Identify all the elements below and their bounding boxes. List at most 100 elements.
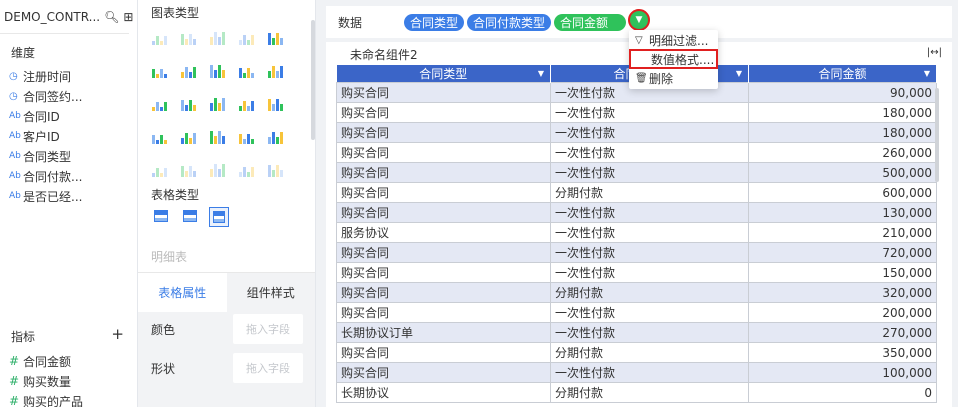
cell-contract-type: 服务协议 — [336, 222, 551, 243]
measure-list: # 合同金额 # 购买数量 # 购买的产品 — [0, 351, 83, 407]
text-type-icon: Ab — [9, 191, 21, 201]
column-header-contract-type[interactable]: 合同类型 ▼ — [336, 65, 551, 83]
cell-contract-type: 购买合同 — [336, 242, 551, 263]
menu-item-detail-filter[interactable]: ▽ 明细过滤... — [629, 32, 718, 49]
rose-chart-icon[interactable] — [238, 129, 256, 145]
bubble-chart-icon[interactable] — [180, 129, 198, 145]
cell-contract-type: 购买合同 — [336, 362, 551, 383]
cell-payment-type: 一次性付款 — [550, 302, 749, 323]
cell-payment-type: 一次性付款 — [550, 322, 749, 343]
text-type-icon: Ab — [9, 151, 21, 161]
table-row: 长期协议 分期付款 0 — [336, 382, 937, 403]
column-chart-icon[interactable] — [151, 63, 169, 79]
text-type-icon: Ab — [9, 111, 21, 121]
treemap-icon[interactable] — [238, 162, 256, 178]
combo-bar-icon[interactable] — [267, 96, 285, 112]
grid-icon[interactable]: ⊞ — [123, 10, 133, 24]
table-row: 购买合同 一次性付款 720,000 — [336, 242, 937, 263]
cell-amount: 90,000 — [748, 82, 937, 103]
shape-label: 形状 — [151, 361, 176, 376]
color-drop-zone[interactable]: 拖入字段 — [233, 314, 303, 344]
gauge-icon[interactable] — [180, 162, 198, 178]
component-title: 未命名组件2 — [350, 48, 418, 62]
bar-chart-icon[interactable] — [180, 63, 198, 79]
measure-field[interactable]: # 购买数量 — [0, 371, 83, 391]
dimension-field[interactable]: ◷ 合同签约... — [0, 86, 137, 106]
scatter-bar-icon[interactable] — [267, 63, 285, 79]
dot-chart-icon[interactable] — [151, 129, 169, 145]
area-chart-icon[interactable] — [151, 96, 169, 112]
area-line-icon[interactable] — [238, 96, 256, 112]
pill-contract-type[interactable]: 合同类型 — [404, 13, 465, 31]
cell-contract-type: 长期协议 — [336, 382, 551, 403]
line-chart-icon[interactable] — [180, 96, 198, 112]
search-icon[interactable]: 🔍︎ — [104, 10, 119, 24]
sort-caret-icon[interactable]: ▼ — [538, 69, 544, 78]
table-row: 购买合同 一次性付款 180,000 — [336, 122, 937, 143]
measure-field[interactable]: # 购买的产品 — [0, 391, 83, 407]
pie-chart-icon[interactable] — [209, 129, 227, 145]
dimension-field[interactable]: ◷ 注册时间 — [0, 66, 137, 86]
cell-amount: 180,000 — [748, 122, 937, 143]
stacked-bar-icon[interactable] — [238, 63, 256, 79]
stacked-column-icon[interactable] — [209, 63, 227, 79]
expand-icon[interactable]: |↔| — [927, 47, 942, 58]
cell-payment-type: 分期付款 — [550, 342, 749, 363]
shape-drop-zone[interactable]: 拖入字段 — [233, 353, 303, 383]
table-row: 购买合同 分期付款 600,000 — [336, 182, 937, 203]
map-chart-icon[interactable] — [267, 129, 285, 145]
dataset-title[interactable]: DEMO_CONTR... — [4, 10, 100, 24]
number-type-icon: # — [9, 374, 20, 388]
cell-amount: 720,000 — [748, 242, 937, 263]
dimension-field[interactable]: Ab 合同ID — [0, 106, 137, 126]
relation-icon[interactable] — [267, 162, 285, 178]
cell-payment-type: 一次性付款 — [550, 242, 749, 263]
dimension-field[interactable]: Ab 合同付款... — [0, 166, 137, 186]
cell-contract-type: 购买合同 — [336, 102, 551, 123]
measure-field[interactable]: # 合同金额 — [0, 351, 83, 371]
sort-caret-icon[interactable]: ▼ — [924, 69, 930, 78]
column-header-amount[interactable]: 合同金额 ▼ — [748, 65, 937, 83]
dimension-field[interactable]: Ab 是否已经... — [0, 186, 137, 206]
scrollbar[interactable] — [311, 20, 315, 140]
sort-caret-icon[interactable]: ▼ — [736, 69, 742, 78]
tab-table-properties[interactable]: 表格属性 — [138, 273, 227, 312]
menu-item-delete[interactable]: 🗑︎ 删除 — [629, 70, 718, 87]
chart-config-panel: 图表类型 表格类型 明细表 表格属性 组件样式 颜色 拖入字段 形状 拖入字段 — [138, 0, 316, 407]
heatmap-table-icon[interactable] — [267, 30, 285, 46]
pill-payment-type[interactable]: 合同付款类型 — [467, 13, 552, 31]
dimension-field[interactable]: Ab 客户ID — [0, 126, 137, 146]
tab-component-style[interactable]: 组件样式 — [226, 273, 315, 312]
chart-type-label: 图表类型 — [151, 6, 200, 20]
color-property: 颜色 拖入字段 — [151, 314, 303, 344]
table-row: 购买合同 分期付款 320,000 — [336, 282, 937, 303]
table-scrollbar[interactable] — [935, 88, 939, 182]
menu-item-number-format[interactable]: 数值格式.... — [629, 49, 718, 69]
radar-chart-icon[interactable] — [209, 96, 227, 112]
chevron-down-icon[interactable]: ▼ — [628, 9, 650, 31]
number-chart-icon[interactable] — [151, 30, 169, 46]
table-type-detail-icon[interactable] — [209, 207, 229, 227]
cell-amount: 100,000 — [748, 362, 937, 383]
filter-icon: ▽ — [635, 35, 643, 46]
dimension-field[interactable]: Ab 合同类型 — [0, 146, 137, 166]
cell-contract-type: 购买合同 — [336, 282, 551, 303]
word-cloud-icon[interactable] — [209, 162, 227, 178]
table-type-cross-icon[interactable] — [151, 207, 171, 227]
table-row: 购买合同 一次性付款 500,000 — [336, 162, 937, 183]
number-type-icon: # — [9, 394, 20, 407]
menu-item-label: 明细过滤... — [649, 34, 709, 48]
kpi-list-icon[interactable] — [238, 30, 256, 46]
add-measure-button[interactable]: + — [111, 325, 124, 343]
pill-contract-amount[interactable]: 合同金额 — [554, 13, 627, 31]
table-row: 购买合同 一次性付款 260,000 — [336, 142, 937, 163]
measure-field-label: 合同金额 — [23, 354, 72, 369]
data-panel: DEMO_CONTR... 🔍︎ ⊞ 维度 ◷ 注册时间 ◷ 合同签约... Ab 合同I… — [0, 0, 138, 407]
dataset-header: DEMO_CONTR... 🔍︎ ⊞ — [0, 0, 133, 34]
table-type-group-icon[interactable] — [180, 207, 200, 227]
funnel-icon[interactable] — [151, 162, 169, 178]
cell-contract-type: 长期协议订单 — [336, 322, 551, 343]
table-chart-icon[interactable] — [180, 30, 198, 46]
cross-table-icon[interactable] — [209, 30, 227, 46]
table-type-label: 表格类型 — [151, 188, 200, 202]
